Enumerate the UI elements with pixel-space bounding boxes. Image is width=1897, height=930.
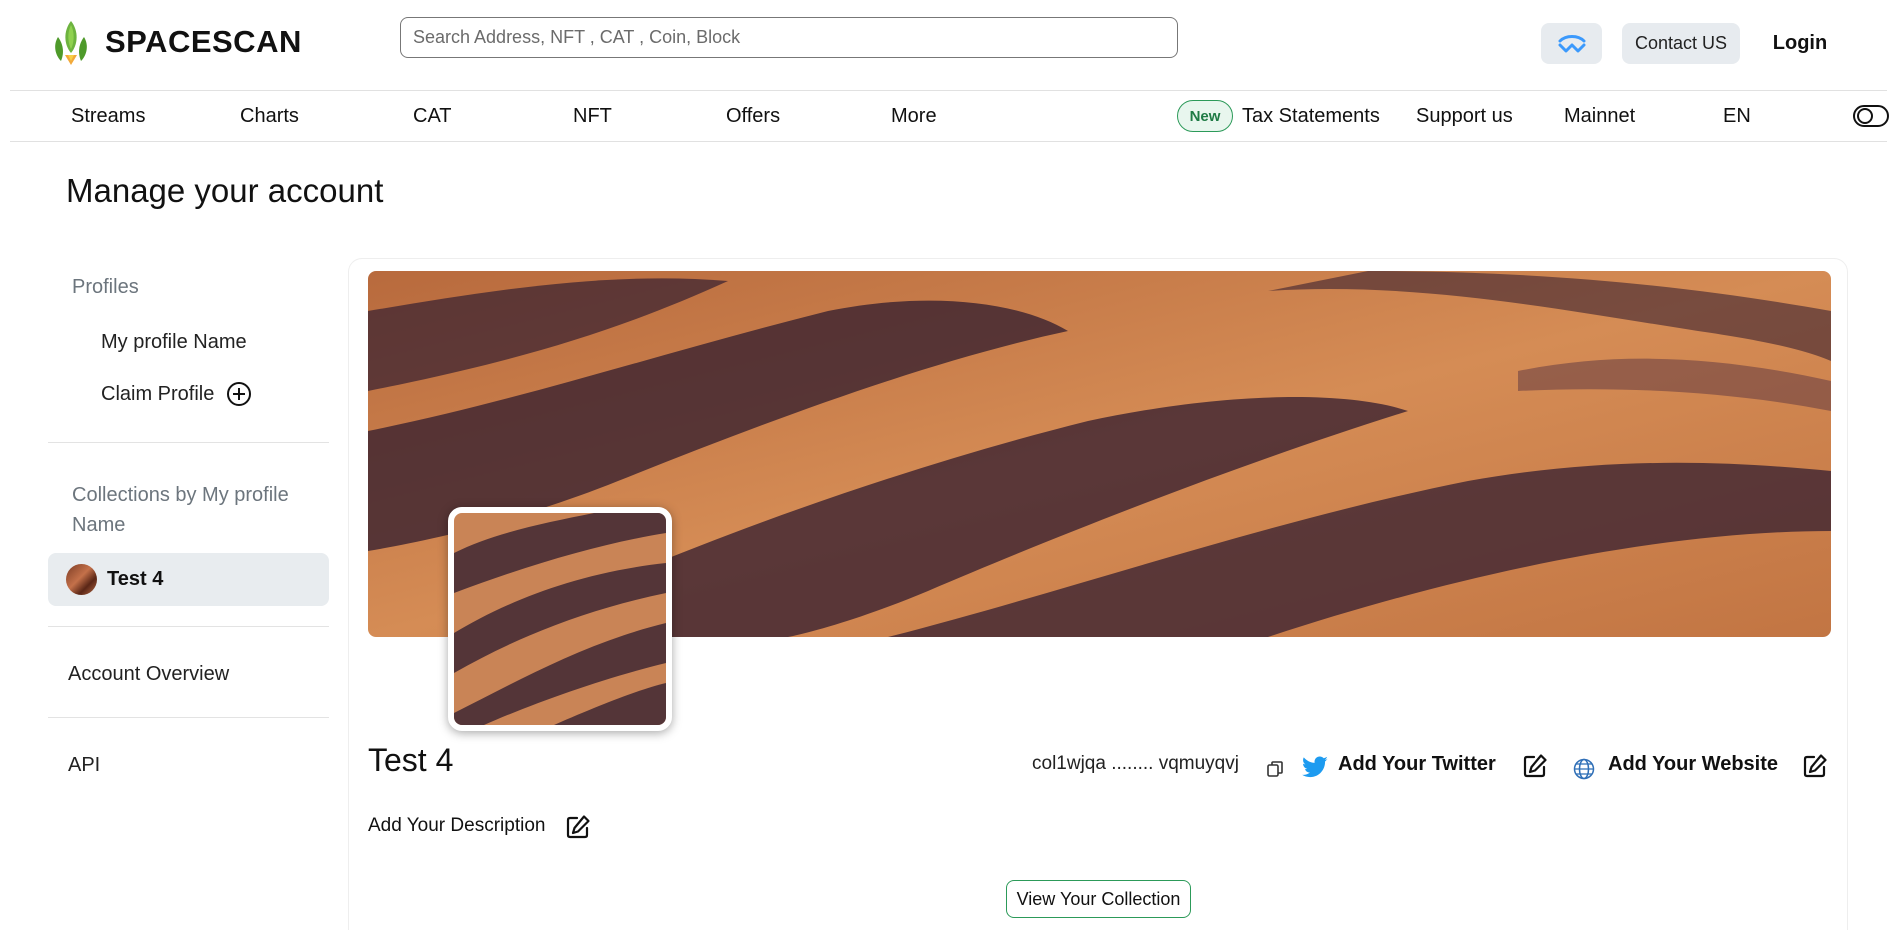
- logo[interactable]: SPACESCAN: [49, 19, 302, 65]
- sidebar-item-account-overview[interactable]: Account Overview: [68, 663, 229, 686]
- collection-avatar: [66, 564, 97, 595]
- nav-tax-statements[interactable]: Tax Statements: [1242, 91, 1380, 141]
- collection-avatar-image[interactable]: [448, 507, 672, 731]
- collection-name: Test 4: [368, 742, 454, 778]
- network-selector[interactable]: Mainnet: [1564, 91, 1635, 141]
- language-selector[interactable]: EN: [1723, 91, 1751, 141]
- walletconnect-button[interactable]: [1541, 23, 1602, 64]
- edit-website-icon[interactable]: [1802, 753, 1828, 779]
- header: SPACESCAN Contact US Login: [0, 0, 1897, 90]
- add-twitter-link[interactable]: Add Your Twitter: [1338, 753, 1496, 776]
- main-nav: Streams Charts CAT NFT Offers More New T…: [10, 90, 1889, 142]
- twitter-icon: [1302, 756, 1328, 778]
- edit-twitter-icon[interactable]: [1522, 753, 1548, 779]
- claim-profile-label: Claim Profile: [101, 382, 215, 405]
- add-circle-icon: [227, 382, 252, 406]
- contact-us-button[interactable]: Contact US: [1622, 23, 1740, 64]
- collection-item-label: Test 4: [107, 568, 164, 590]
- sidebar-divider: [48, 626, 329, 627]
- collections-heading: Collections by My profile Name: [72, 484, 289, 536]
- brand-name: SPACESCAN: [105, 24, 302, 59]
- nav-nft[interactable]: NFT: [573, 91, 612, 141]
- nav-charts[interactable]: Charts: [240, 91, 299, 141]
- view-collection-button[interactable]: View Your Collection: [1006, 880, 1191, 918]
- copy-icon[interactable]: [1266, 760, 1284, 778]
- globe-icon: [1573, 758, 1595, 780]
- sidebar-divider: [48, 717, 329, 718]
- login-button[interactable]: Login: [1760, 23, 1840, 64]
- page-title: Manage your account: [66, 172, 384, 209]
- search-input[interactable]: [400, 17, 1178, 58]
- sidebar-item-collection-test-4[interactable]: Test 4: [48, 553, 329, 606]
- spacescan-logo-icon: [55, 21, 87, 65]
- walletconnect-icon: [1558, 34, 1585, 52]
- nav-more[interactable]: More: [891, 91, 937, 141]
- nav-streams[interactable]: Streams: [71, 91, 145, 141]
- sidebar-divider: [48, 442, 329, 443]
- nav-support-us[interactable]: Support us: [1416, 91, 1513, 141]
- sidebar-item-api[interactable]: API: [68, 754, 100, 777]
- new-badge: New: [1177, 100, 1233, 132]
- sidebar-item-profile[interactable]: My profile Name: [101, 331, 247, 354]
- nav-cat[interactable]: CAT: [413, 91, 452, 141]
- nav-offers[interactable]: Offers: [726, 91, 780, 141]
- collection-address: col1wjqa ........ vqmuyqvj: [1032, 753, 1239, 774]
- theme-toggle[interactable]: [1853, 105, 1889, 127]
- claim-profile-button[interactable]: Claim Profile: [101, 381, 252, 407]
- add-website-link[interactable]: Add Your Website: [1608, 753, 1778, 776]
- add-description-link[interactable]: Add Your Description: [368, 815, 545, 837]
- edit-description-icon[interactable]: [565, 814, 591, 840]
- profiles-heading: Profiles: [72, 276, 139, 298]
